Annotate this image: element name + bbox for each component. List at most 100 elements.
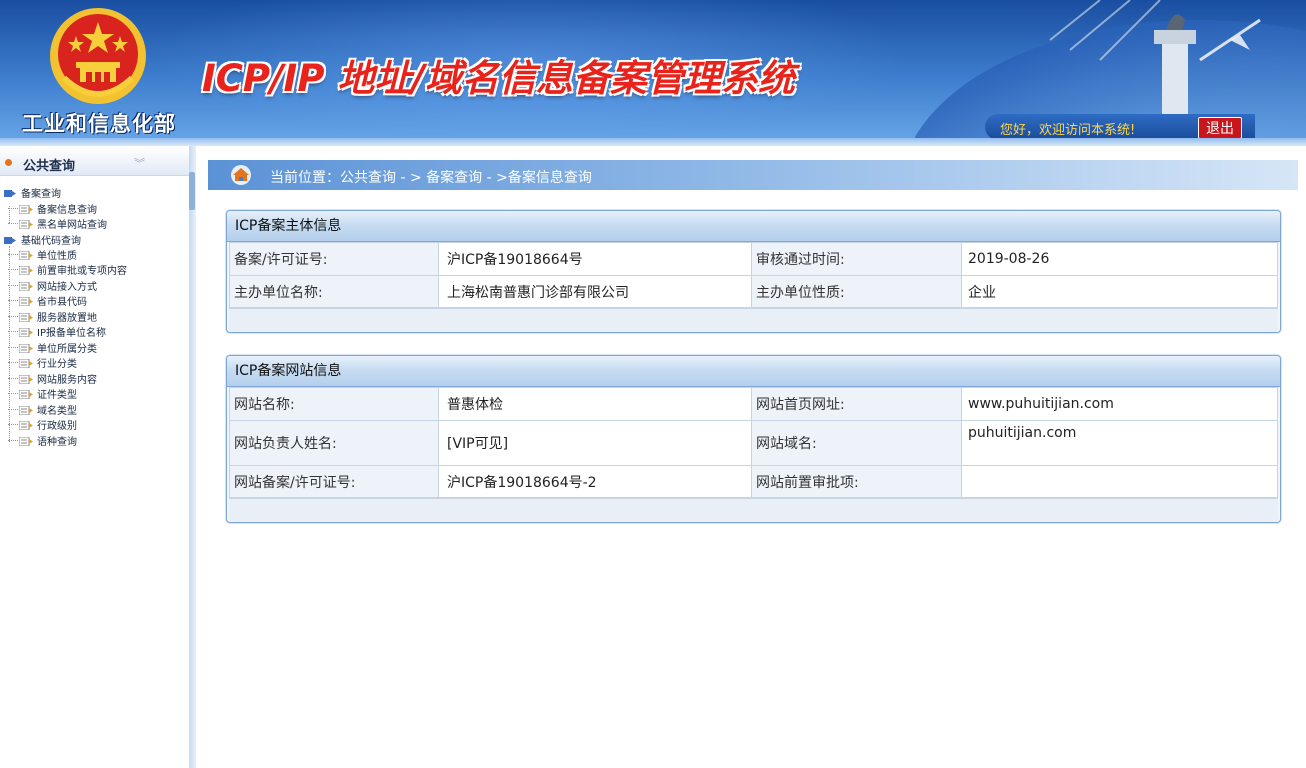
subject-info-panel: ICP备案主体信息 备案/许可证号: 沪ICP备19018664号 审核通过时间… [226,210,1281,333]
subject-info-table: 备案/许可证号: 沪ICP备19018664号 审核通过时间: 2019-08-… [229,242,1278,308]
sidebar-item-region-code[interactable]: 省市县代码 [8,293,87,308]
tree-group-label: 备案查询 [21,189,61,200]
sidebar-item-ip-unit-name[interactable]: IP报备单位名称 [8,324,106,339]
header-bottom-band [0,138,1306,146]
website-info-table: 网站名称: 普惠体检 网站首页网址: www.puhuitijian.com 网… [229,387,1278,498]
document-icon [19,406,33,415]
sidebar-item-unit-nature[interactable]: 单位性质 [8,247,77,262]
document-icon [19,328,33,337]
tree-group-label: 基础代码查询 [21,236,81,247]
table-row: 备案/许可证号: 沪ICP备19018664号 审核通过时间: 2019-08-… [229,242,1278,276]
subject-panel-title: ICP备案主体信息 [227,211,1280,242]
value-license-number: 沪ICP备19018664号 [438,242,752,276]
panel-footer [229,308,1278,332]
welcome-message: 您好，欢迎访问本系统! [1000,123,1136,138]
label-domain-name: 网站域名: [751,420,962,466]
table-row: 网站名称: 普惠体检 网站首页网址: www.puhuitijian.com [229,387,1278,421]
document-icon [19,359,33,368]
tree-group-base-code-query[interactable]: 基础代码查询 [4,232,81,247]
sidebar-item-industry-category[interactable]: 行业分类 [8,355,77,370]
table-row: 网站备案/许可证号: 沪ICP备19018664号-2 网站前置审批项: [229,465,1278,498]
homepage-url-link[interactable]: www.puhuitijian.com [961,387,1278,421]
sidebar-item-blacklist-query[interactable]: 黑名单网站查询 [8,216,107,231]
document-icon [19,313,33,322]
document-icon [19,390,33,399]
tree-group-record-query[interactable]: 备案查询 [4,185,61,200]
national-emblem-icon [50,8,146,104]
home-icon[interactable] [230,164,252,186]
label-website-license: 网站备案/许可证号: [229,465,439,498]
value-website-name: 普惠体检 [438,387,752,421]
sidebar-item-label: 单位所属分类 [37,344,97,355]
sidebar-item-service-content[interactable]: 网站服务内容 [8,371,97,386]
sidebar-scrollbar-thumb[interactable] [189,172,195,210]
sidebar-item-label: 省市县代码 [37,297,87,308]
system-title: ICP/IP 地址/域名信息备案管理系统 [202,57,795,100]
document-icon [19,437,33,446]
document-icon [19,421,33,430]
label-pre-approval-item: 网站前置审批项: [751,465,962,498]
sidebar-title: 公共查询 [23,159,76,174]
table-row: 网站负责人姓名: [VIP可见] 网站域名: puhuitijian.com [229,420,1278,466]
label-organizer-name: 主办单位名称: [229,275,439,308]
table-row: 主办单位名称: 上海松南普惠门诊部有限公司 主办单位性质: 企业 [229,275,1278,308]
sidebar-item-access-method[interactable]: 网站接入方式 [8,278,97,293]
sidebar-item-server-location[interactable]: 服务器放置地 [8,309,97,324]
value-organizer-name: 上海松南普惠门诊部有限公司 [438,275,752,308]
sidebar-item-label: 服务器放置地 [37,313,97,324]
vip-visible-link[interactable]: [VIP可见] [438,420,752,466]
document-icon [19,220,33,229]
folder-arrow-icon [4,237,16,244]
label-website-name: 网站名称: [229,387,439,421]
folder-arrow-icon [4,190,16,197]
sidebar-item-admin-level[interactable]: 行政级别 [8,417,77,432]
sidebar: 公共查询 ︾ 备案查询 备案信息查询 黑名单网站查询 基础代码查询 单位性质 前… [0,146,196,768]
document-icon [19,266,33,275]
domain-name-link[interactable]: puhuitijian.com [961,420,1278,466]
logout-button[interactable]: 退出 [1198,117,1242,139]
sidebar-item-pre-approval[interactable]: 前置审批或专项内容 [8,262,127,277]
sidebar-item-label: 证件类型 [37,390,77,401]
document-icon [19,344,33,353]
collapse-icon[interactable]: ︾ [134,155,145,171]
sidebar-item-record-info-query[interactable]: 备案信息查询 [8,201,97,216]
sidebar-item-label: 行业分类 [37,359,77,370]
panel-footer [229,498,1278,522]
sidebar-item-label: 网站接入方式 [37,282,97,293]
sidebar-item-unit-category[interactable]: 单位所属分类 [8,340,97,355]
label-organizer-nature: 主办单位性质: [751,275,962,308]
document-icon [19,282,33,291]
value-approval-date: 2019-08-26 [961,242,1278,276]
value-organizer-nature: 企业 [961,275,1278,308]
sidebar-item-certificate-type[interactable]: 证件类型 [8,386,77,401]
label-homepage-url: 网站首页网址: [751,387,962,421]
document-icon [19,297,33,306]
website-panel-title: ICP备案网站信息 [227,356,1280,387]
site-header: 工业和信息化部 ICP/IP 地址/域名信息备案管理系统 您好，欢迎访问本系统!… [0,0,1306,146]
sidebar-item-label: 备案信息查询 [37,205,97,216]
document-icon [19,251,33,260]
ministry-name: 工业和信息化部 [22,112,176,136]
sidebar-item-label: 域名类型 [37,406,77,417]
breadcrumb-text: 当前位置：公共查询 - > 备案查询 - >备案信息查询 [270,170,592,186]
document-icon [19,375,33,384]
sidebar-item-label: 语种查询 [37,437,77,448]
sidebar-item-label: 黑名单网站查询 [37,220,107,231]
label-website-owner: 网站负责人姓名: [229,420,439,466]
sidebar-scrollbar[interactable] [189,146,196,768]
sidebar-item-label: IP报备单位名称 [37,328,106,339]
label-approval-date: 审核通过时间: [751,242,962,276]
sidebar-item-language-query[interactable]: 语种查询 [8,433,77,448]
sidebar-item-label: 行政级别 [37,421,77,432]
sidebar-item-label: 单位性质 [37,251,77,262]
sidebar-item-domain-type[interactable]: 域名类型 [8,402,77,417]
website-info-panel: ICP备案网站信息 网站名称: 普惠体检 网站首页网址: www.puhuiti… [226,355,1281,523]
sidebar-item-label: 网站服务内容 [37,375,97,386]
value-website-license: 沪ICP备19018664号-2 [438,465,752,498]
sidebar-item-label: 前置审批或专项内容 [37,266,127,277]
sidebar-header[interactable]: 公共查询 ︾ [0,148,189,176]
label-license-number: 备案/许可证号: [229,242,439,276]
bullet-icon [5,159,12,166]
document-icon [19,205,33,214]
value-pre-approval-item [961,465,1278,498]
